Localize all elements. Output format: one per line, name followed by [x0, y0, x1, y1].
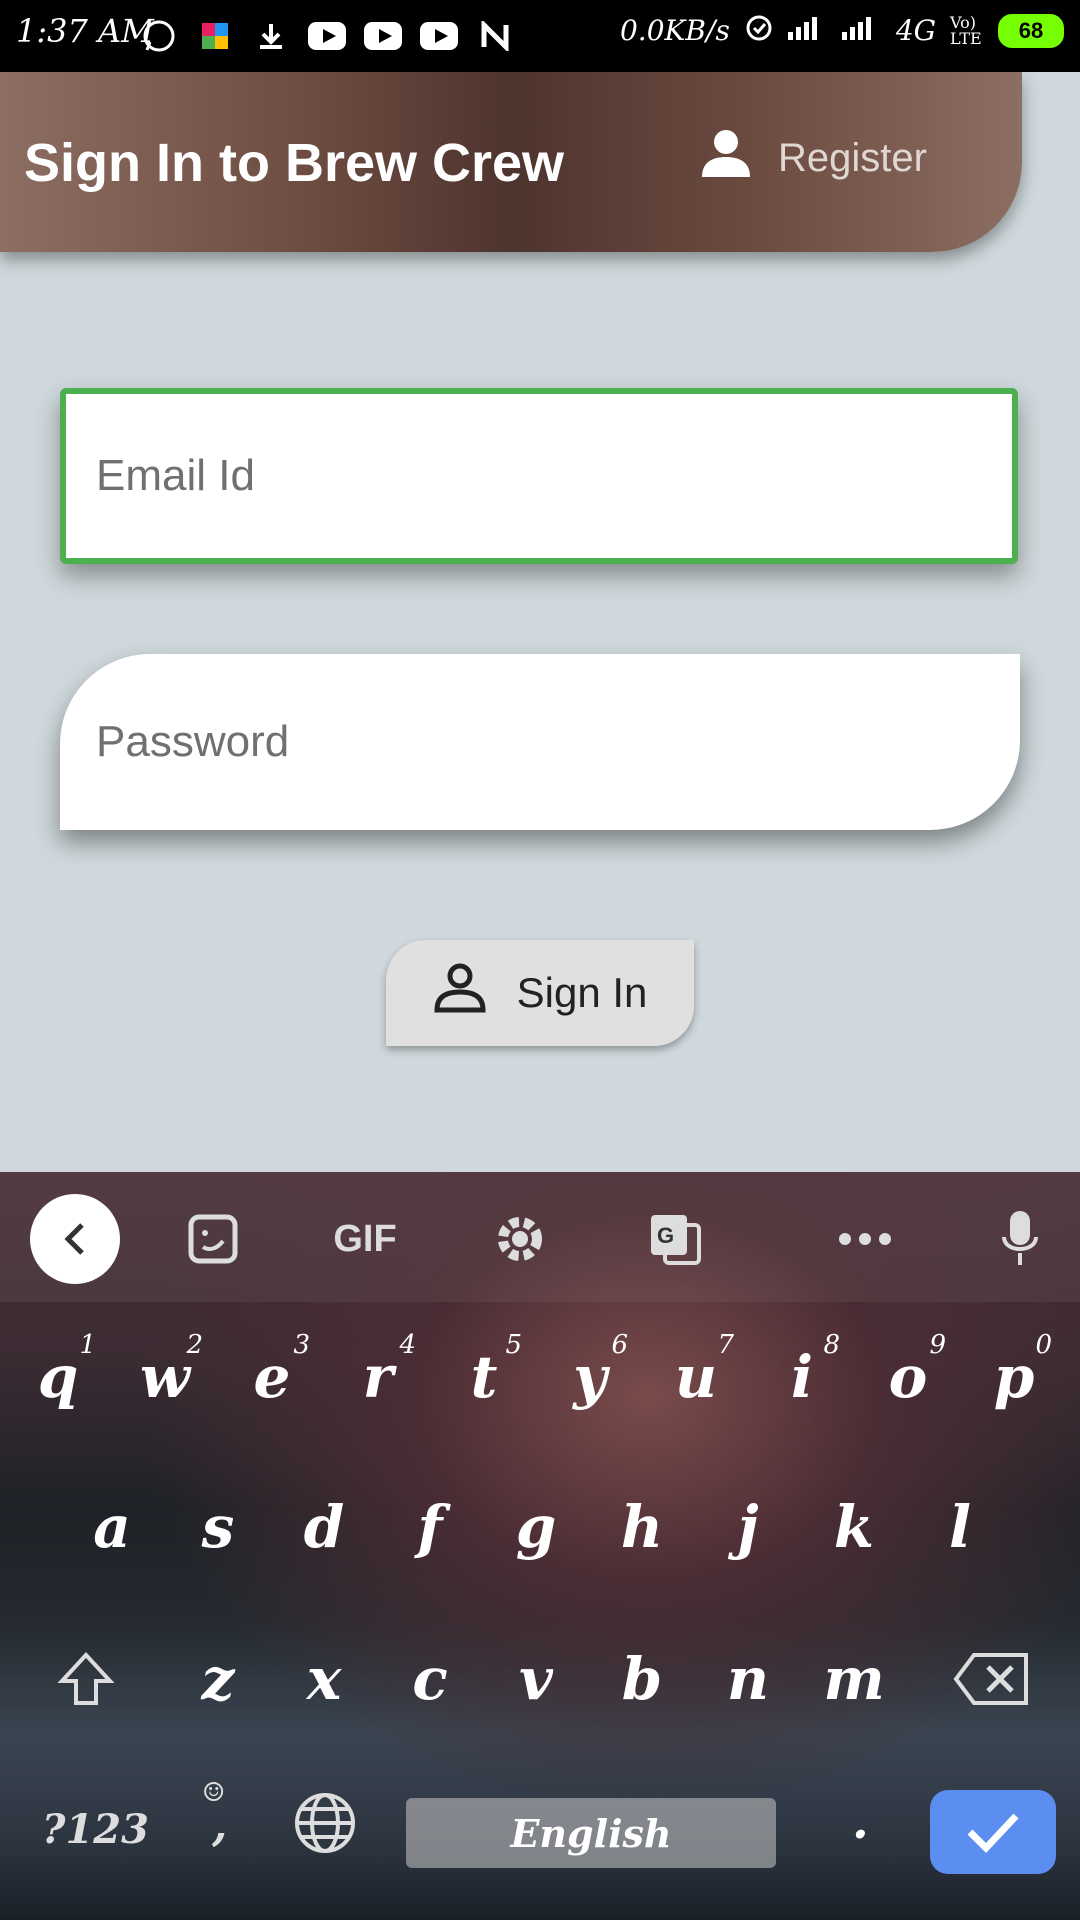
password-placeholder: Password — [96, 717, 290, 766]
alarm-icon — [744, 12, 774, 49]
key-z[interactable]: z — [168, 1624, 268, 1734]
person-icon — [700, 127, 752, 189]
youtube-icon — [420, 18, 458, 54]
gif-button[interactable]: GIF — [320, 1194, 410, 1284]
status-bar: 1:37 AM 0.0KB/s 4G Vo) LTE 68 — [0, 0, 1080, 72]
key-d[interactable]: d — [274, 1472, 374, 1582]
enter-key[interactable] — [930, 1790, 1056, 1874]
key-r[interactable]: r4 — [328, 1322, 428, 1432]
keyboard: GIF G q1 w2 e3 r4 t5 y6 u7 i8 o9 p0 a s … — [0, 1172, 1080, 1920]
key-e[interactable]: e3 — [222, 1322, 322, 1432]
status-right: 0.0KB/s 4G Vo) LTE 68 — [620, 12, 1064, 49]
signal-icon — [787, 14, 828, 47]
notification-icons — [140, 18, 514, 54]
check-icon — [967, 1813, 1019, 1854]
microphone-icon[interactable] — [975, 1194, 1065, 1284]
key-f[interactable]: f — [380, 1472, 480, 1582]
backspace-key[interactable] — [942, 1624, 1042, 1734]
key-b[interactable]: b — [592, 1624, 692, 1734]
key-v[interactable]: v — [486, 1624, 586, 1734]
key-m[interactable]: m — [804, 1624, 904, 1734]
key-i[interactable]: i8 — [752, 1322, 852, 1432]
register-button[interactable]: Register — [700, 127, 927, 189]
sticker-icon[interactable] — [168, 1194, 258, 1284]
key-a[interactable]: a — [62, 1472, 162, 1582]
gear-icon[interactable] — [475, 1194, 565, 1284]
email-placeholder: Email Id — [96, 451, 255, 500]
network-type: 4G — [895, 14, 936, 47]
key-l[interactable]: l — [910, 1472, 1010, 1582]
page-title: Sign In to Brew Crew — [24, 133, 565, 193]
symbols-key[interactable]: ?123 — [42, 1806, 149, 1853]
sign-in-label: Sign In — [516, 969, 648, 1016]
key-g[interactable]: g — [486, 1472, 586, 1582]
comma-label: , — [212, 1800, 228, 1851]
keyboard-back-icon[interactable] — [30, 1194, 120, 1284]
person-outline-icon — [433, 963, 487, 1023]
youtube-icon — [308, 18, 346, 54]
key-x[interactable]: x — [274, 1624, 374, 1734]
key-w[interactable]: w2 — [115, 1322, 215, 1432]
status-time: 1:37 AM — [16, 12, 154, 50]
key-q[interactable]: q1 — [8, 1322, 108, 1432]
key-p[interactable]: p0 — [964, 1322, 1064, 1432]
key-h[interactable]: h — [592, 1472, 692, 1582]
battery-icon: 68 — [998, 13, 1064, 48]
translate-icon[interactable]: G — [630, 1194, 720, 1284]
shift-key[interactable] — [36, 1624, 136, 1734]
globe-icon[interactable] — [292, 1790, 358, 1860]
key-n[interactable]: n — [698, 1624, 798, 1734]
period-key[interactable]: . — [852, 1794, 869, 1850]
key-j[interactable]: j — [698, 1472, 798, 1582]
password-field[interactable]: Password — [60, 654, 1020, 830]
app-bar: Sign In to Brew Crew Register — [0, 72, 1022, 252]
key-s[interactable]: s — [168, 1472, 268, 1582]
shift-icon — [57, 1652, 115, 1705]
n-icon — [476, 18, 514, 54]
key-c[interactable]: c — [380, 1624, 480, 1734]
svg-text:G: G — [657, 1223, 674, 1248]
key-o[interactable]: o9 — [858, 1322, 958, 1432]
download-icon — [252, 18, 290, 54]
space-bar[interactable]: English — [406, 1798, 776, 1868]
key-y[interactable]: y6 — [540, 1322, 640, 1432]
net-speed: 0.0KB/s — [619, 14, 730, 47]
whatsapp-icon — [140, 18, 178, 54]
youtube-icon — [364, 18, 402, 54]
app-icon — [196, 18, 234, 54]
key-t[interactable]: t5 — [434, 1322, 534, 1432]
key-u[interactable]: u7 — [646, 1322, 746, 1432]
email-field[interactable]: Email Id — [60, 388, 1018, 564]
key-k[interactable]: k — [804, 1472, 904, 1582]
backspace-icon — [953, 1653, 1028, 1705]
emoji-comma-key[interactable]: ☺ , — [196, 1778, 242, 1858]
register-label: Register — [778, 135, 927, 180]
volte-label: Vo) LTE — [950, 12, 982, 48]
sign-in-button[interactable]: Sign In — [386, 940, 694, 1046]
more-icon[interactable] — [820, 1194, 910, 1284]
signal-icon — [841, 14, 882, 47]
keyboard-toolbar: GIF G — [0, 1172, 1080, 1302]
